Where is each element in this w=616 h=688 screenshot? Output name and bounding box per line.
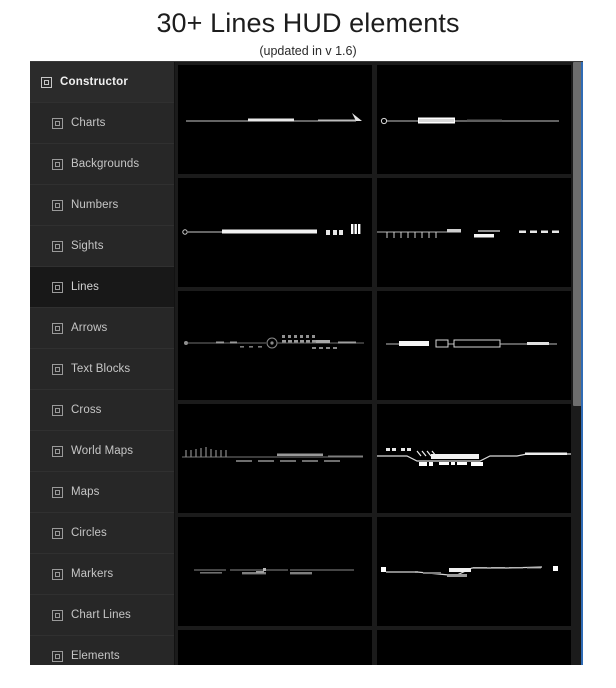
sidebar-item-world-maps[interactable]: World Maps (30, 430, 174, 471)
sidebar-item-label: Elements (71, 650, 120, 662)
app-window: Constructor Charts Backgrounds Numbers S… (30, 61, 583, 665)
square-icon (52, 322, 63, 334)
square-icon (52, 609, 63, 621)
sidebar-item-label: Backgrounds (71, 158, 140, 170)
sidebar-item-charts[interactable]: Charts (30, 102, 174, 143)
square-icon (52, 199, 63, 211)
sidebar-item-label: Charts (71, 117, 106, 129)
sidebar-item-label: Cross (71, 404, 102, 416)
square-icon (52, 281, 63, 293)
preview-cell-line-preset-10[interactable] (377, 517, 571, 626)
preview-grid-container (175, 62, 583, 665)
preview-cell-line-preset-9[interactable] (178, 517, 372, 626)
preview-cell-line-preset-6[interactable] (377, 291, 571, 400)
preview-cell-line-preset-11[interactable] (178, 630, 372, 665)
sidebar-item-maps[interactable]: Maps (30, 471, 174, 512)
preview-cell-line-preset-3[interactable] (178, 178, 372, 287)
preview-cell-line-preset-8[interactable] (377, 404, 571, 513)
sidebar-header-constructor[interactable]: Constructor (30, 62, 174, 102)
square-icon (52, 404, 63, 416)
sidebar-item-arrows[interactable]: Arrows (30, 307, 174, 348)
square-icon (52, 158, 63, 170)
sidebar-header-label: Constructor (60, 76, 129, 88)
square-icon (52, 363, 63, 375)
preview-cell-line-preset-5[interactable] (178, 291, 372, 400)
sidebar-item-label: Sights (71, 240, 104, 252)
sidebar-item-chart-lines[interactable]: Chart Lines (30, 594, 174, 635)
sidebar-item-cross[interactable]: Cross (30, 389, 174, 430)
preview-cell-line-preset-4[interactable] (377, 178, 571, 287)
page-header: 30+ Lines HUD elements (updated in v 1.6… (0, 0, 616, 60)
page-title: 30+ Lines HUD elements (156, 8, 460, 38)
sidebar-item-label: Markers (71, 568, 114, 580)
sidebar-item-label: Numbers (71, 199, 119, 211)
sidebar-item-label: Chart Lines (71, 609, 131, 621)
sidebar-item-label: Circles (71, 527, 107, 539)
sidebar-item-lines[interactable]: Lines (30, 266, 174, 307)
sidebar-item-backgrounds[interactable]: Backgrounds (30, 143, 174, 184)
sidebar-item-label: Text Blocks (71, 363, 131, 375)
sidebar-item-numbers[interactable]: Numbers (30, 184, 174, 225)
sidebar-item-text-blocks[interactable]: Text Blocks (30, 348, 174, 389)
sidebar-item-label: Maps (71, 486, 100, 498)
sidebar: Constructor Charts Backgrounds Numbers S… (30, 62, 175, 665)
square-icon (52, 527, 63, 539)
square-icon (52, 445, 63, 457)
page-subtitle: (updated in v 1.6) (259, 44, 357, 58)
sidebar-item-circles[interactable]: Circles (30, 512, 174, 553)
sidebar-item-label: Arrows (71, 322, 108, 334)
preview-cell-line-preset-7[interactable] (178, 404, 372, 513)
sidebar-item-elements[interactable]: Elements (30, 635, 174, 665)
sidebar-item-label: World Maps (71, 445, 134, 457)
preview-cell-line-preset-12[interactable] (377, 630, 571, 665)
square-icon (52, 650, 63, 662)
sidebar-item-markers[interactable]: Markers (30, 553, 174, 594)
preview-cell-line-preset-2[interactable] (377, 65, 571, 174)
square-icon (41, 76, 52, 88)
accent-edge (581, 62, 583, 665)
sidebar-item-label: Lines (71, 281, 99, 293)
preview-grid (178, 65, 583, 665)
preview-cell-line-preset-1[interactable] (178, 65, 372, 174)
sidebar-item-sights[interactable]: Sights (30, 225, 174, 266)
square-icon (52, 240, 63, 252)
square-icon (52, 117, 63, 129)
square-icon (52, 486, 63, 498)
square-icon (52, 568, 63, 580)
